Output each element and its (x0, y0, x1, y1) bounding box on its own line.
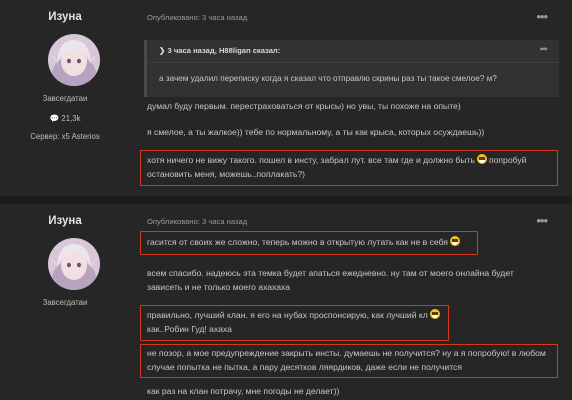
post: Изуна Завсегдатаи Опубликовано: 3 часа н… (0, 204, 572, 400)
post-text: думал буду первым. перестраховаться от к… (147, 101, 461, 111)
divider (147, 62, 559, 63)
grin-emoji (429, 309, 440, 319)
grin-emoji (476, 154, 487, 164)
post-meta: Опубликовано: 3 часа назад (147, 217, 248, 226)
post-meta: Опубликовано: 3 часа назад (147, 13, 248, 22)
post-text: остановить меня, можешь..поплакать?) (147, 169, 305, 179)
post-text: зависеть и не только моего ахахаха (147, 282, 291, 292)
post-text: всем спасибо. надеюсь эта темка будет ап… (147, 268, 514, 278)
post-text-segment: гасится от своих же сложно, теперь можно… (147, 237, 448, 247)
post-text-segment: правильно, лучший клан. я его на нубах п… (147, 310, 428, 320)
author-server: Сервер: x5 Asterios (30, 132, 100, 141)
post-text: я смелое, а ты жалкое)) тебе по нормальн… (147, 127, 485, 137)
post-text-segment: попробуй (488, 155, 527, 165)
reputation: 💬 21,3k (0, 114, 130, 123)
quote-block: ❯ 3 часа назад, H88ligan сказал: ➦ а зач… (144, 40, 559, 97)
post-text: хотя ничего не вижу такого. пошел в инст… (147, 154, 526, 167)
author-name[interactable]: Изуна (0, 215, 130, 227)
avatar[interactable] (48, 34, 100, 86)
author-rank: Завсегдатаи (42, 298, 88, 307)
author-name[interactable]: Изуна (0, 11, 130, 23)
post-text: гасится от своих же сложно, теперь можно… (147, 236, 462, 249)
share-icon[interactable]: ➦ (540, 44, 548, 55)
avatar[interactable] (48, 238, 100, 290)
post-text: как..Робин Гуд! ахаха (147, 324, 232, 334)
post-text: как раз на клан потрачу, мне погоды не д… (147, 386, 340, 396)
post: Изуна Завсегдатаи 💬 21,3k Сервер: x5 Ast… (0, 0, 572, 196)
post-text: не позор, а мое предупреждение закрыть и… (147, 348, 546, 358)
reputation-value: 21,3k (61, 114, 81, 123)
author-rank: Завсегдатаи (42, 94, 88, 103)
quote-header: ❯ 3 часа назад, H88ligan сказал: (159, 46, 280, 55)
post-text: правильно, лучший клан. я его на нубах п… (147, 309, 442, 322)
post-text: случае попытка не пытка, а пару десятков… (147, 362, 462, 372)
more-icon[interactable]: ••• (536, 213, 548, 228)
quote-text: а зачем удалил переписку когда я сказал … (159, 74, 497, 83)
quote-author[interactable]: 3 часа назад, H88ligan сказал: (167, 46, 280, 55)
post-text-segment: хотя ничего не вижу такого. пошел в инст… (147, 155, 475, 165)
more-icon[interactable]: ••• (536, 9, 548, 24)
comment-icon: 💬 (49, 114, 60, 123)
grin-emoji (449, 236, 460, 246)
